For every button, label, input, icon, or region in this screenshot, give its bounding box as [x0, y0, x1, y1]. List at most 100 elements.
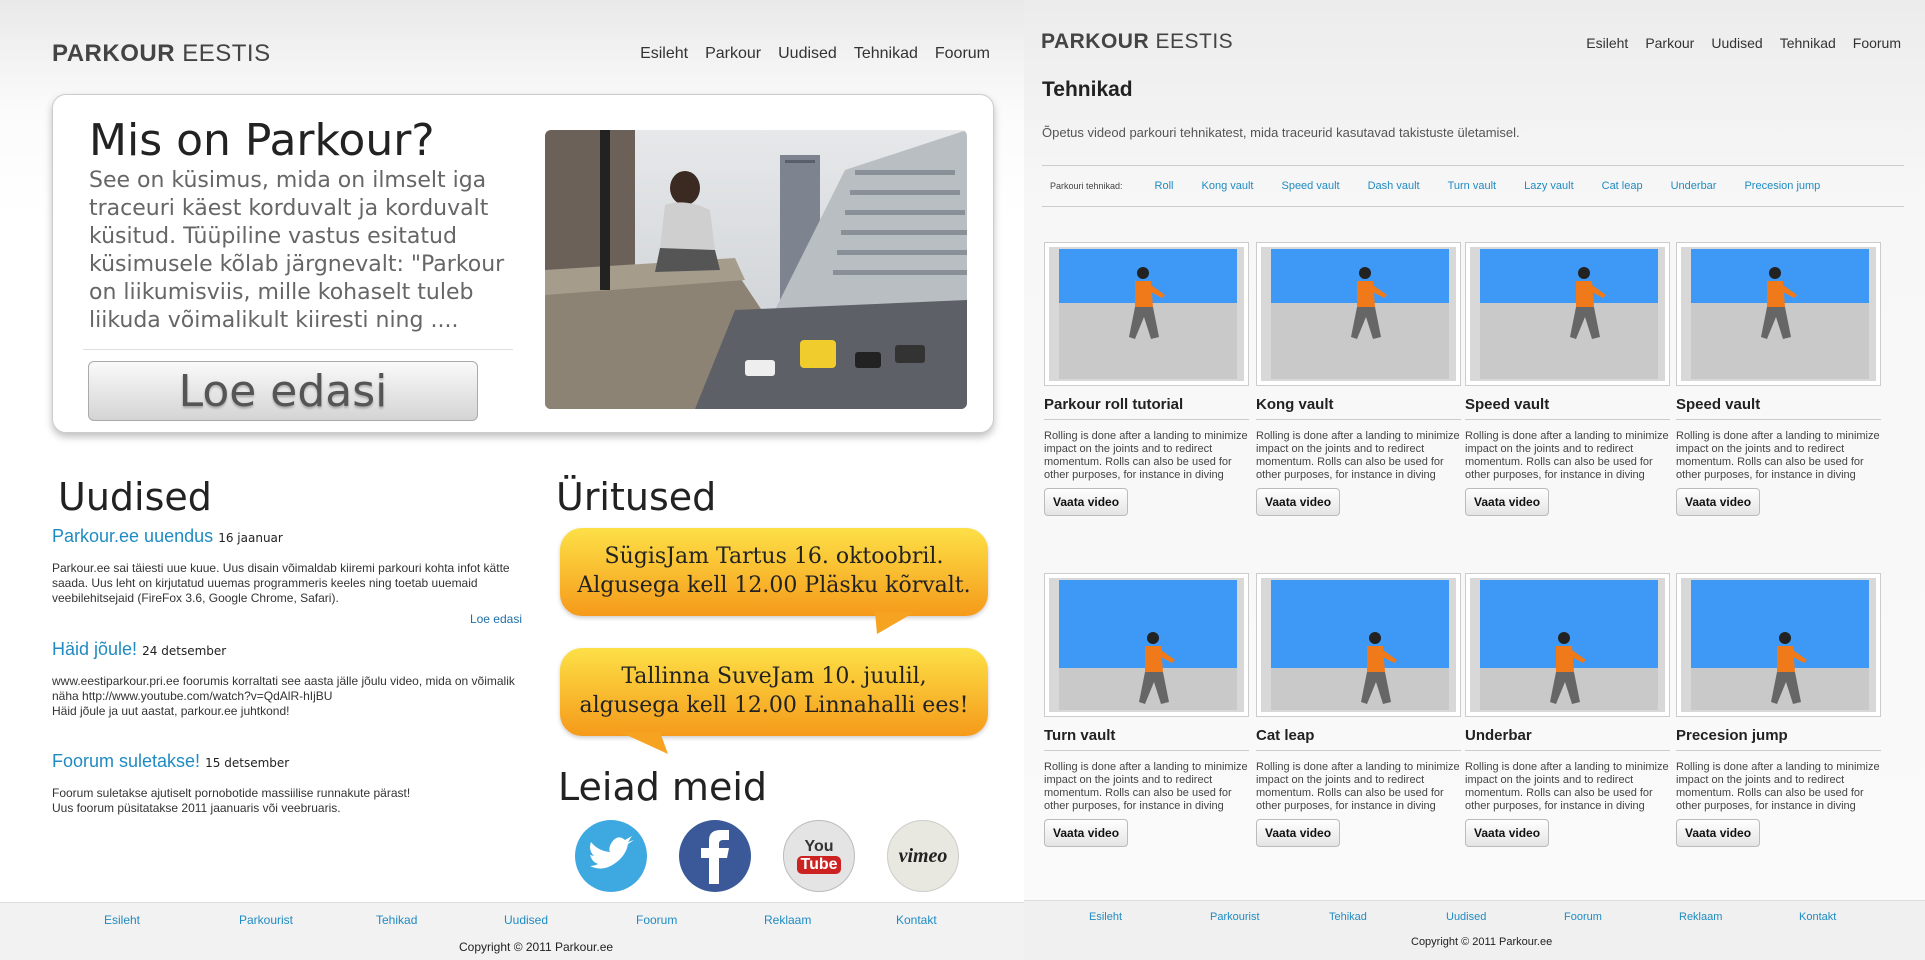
footer-link-foorum[interactable]: Foorum	[1564, 911, 1679, 923]
technique-card: Turn vault Rolling is done after a landin…	[1044, 573, 1249, 847]
footer-link-kontakt[interactable]: Kontakt	[1799, 911, 1859, 923]
site-logo[interactable]: PARKOUR EESTIS	[52, 40, 271, 68]
nav-item-parkour[interactable]: Parkour	[705, 45, 761, 63]
news-item-title[interactable]: Foorum suletakse!	[52, 751, 200, 771]
watch-video-button[interactable]: Vaata video	[1465, 488, 1550, 516]
nav-item-esileht[interactable]: Esileht	[1586, 35, 1628, 51]
nav-item-tehnikad[interactable]: Tehnikad	[854, 45, 918, 63]
watch-video-button[interactable]: Vaata video	[1465, 819, 1550, 847]
youtube-icon[interactable]: You Tube	[783, 820, 855, 892]
tab-cat-leap[interactable]: Cat leap	[1602, 180, 1643, 192]
social-icons: You Tube vimeo	[575, 820, 959, 892]
watch-video-button[interactable]: Vaata video	[1676, 819, 1761, 847]
video-thumbnail[interactable]	[1044, 242, 1249, 386]
tab-precesion-jump[interactable]: Precesion jump	[1744, 180, 1820, 192]
video-thumbnail[interactable]	[1256, 573, 1461, 717]
footer-link-esileht[interactable]: Esileht	[104, 913, 239, 927]
hero-title: Mis on Parkour?	[89, 115, 435, 166]
tab-speed-vault[interactable]: Speed vault	[1281, 180, 1339, 192]
card-title: Underbar	[1465, 727, 1670, 751]
news-item-title[interactable]: Parkour.ee uuendus	[52, 526, 213, 546]
nav-item-uudised[interactable]: Uudised	[778, 45, 837, 63]
copyright: Copyright © 2011 Parkour.ee	[1411, 936, 1553, 948]
nav-item-foorum[interactable]: Foorum	[1853, 35, 1901, 51]
techniques-panel: PARKOUR EESTIS Esileht Parkour Uudised T…	[1024, 0, 1925, 960]
logo-light-text: EESTIS	[1155, 30, 1234, 53]
nav-item-uudised[interactable]: Uudised	[1711, 35, 1762, 51]
footer-link-foorum[interactable]: Foorum	[636, 913, 764, 927]
nav-item-foorum[interactable]: Foorum	[935, 45, 990, 63]
tab-dash-vault[interactable]: Dash vault	[1368, 180, 1420, 192]
video-thumbnail[interactable]	[1465, 573, 1670, 717]
nav-item-tehnikad[interactable]: Tehnikad	[1780, 35, 1836, 51]
logo-light-text: EESTIS	[182, 40, 271, 67]
video-thumbnail[interactable]	[1676, 573, 1881, 717]
technique-card: Cat leap Rolling is done after a landing …	[1256, 573, 1461, 847]
news-item-title[interactable]: Häid jõule!	[52, 639, 137, 659]
vimeo-text: vimeo	[898, 844, 948, 867]
technique-card: Precesion jump Rolling is done after a la…	[1676, 573, 1881, 847]
footer-link-esileht[interactable]: Esileht	[1089, 911, 1210, 923]
hero-text: See on küsimus, mida on ilmselt iga trac…	[89, 168, 505, 333]
news-item: Foorum suletakse! 15 detsember Foorum su…	[52, 751, 527, 816]
footer-link-parkourist[interactable]: Parkourist	[239, 913, 376, 927]
technique-card: Parkour roll tutorial Rolling is done aft…	[1044, 242, 1249, 516]
news-item: Parkour.ee uuendus 16 jaanuar Parkour.ee…	[52, 526, 527, 627]
card-description: Rolling is done after a landing to minim…	[1044, 430, 1248, 481]
technique-card: Underbar Rolling is done after a landing …	[1465, 573, 1670, 847]
footer-link-reklaam[interactable]: Reklaam	[764, 913, 896, 927]
video-thumbnail[interactable]	[1676, 242, 1881, 386]
main-nav: Esileht Parkour Uudised Tehnikad Foorum	[640, 45, 990, 63]
card-title: Kong vault	[1256, 396, 1461, 420]
video-thumbnail[interactable]	[1256, 242, 1461, 386]
footer-link-parkourist[interactable]: Parkourist	[1210, 911, 1329, 923]
technique-card: Speed vault Rolling is done after a landi…	[1465, 242, 1670, 516]
read-more-button[interactable]: Loe edasi	[88, 361, 478, 421]
page-subtitle: Õpetus videod parkouri tehnikatest, mida…	[1042, 125, 1520, 140]
footer-link-kontakt[interactable]: Kontakt	[896, 913, 956, 927]
nav-item-parkour[interactable]: Parkour	[1645, 35, 1694, 51]
bubble-tail	[875, 612, 915, 634]
news-item-date: 16 jaanuar	[218, 531, 283, 545]
tab-roll[interactable]: Roll	[1155, 180, 1174, 192]
bubble-tail	[620, 732, 668, 754]
nav-item-esileht[interactable]: Esileht	[640, 45, 688, 63]
footer-link-uudised[interactable]: Uudised	[1446, 911, 1564, 923]
facebook-icon[interactable]	[679, 820, 751, 892]
card-title: Speed vault	[1465, 396, 1670, 420]
card-description: Rolling is done after a landing to minim…	[1044, 761, 1248, 812]
watch-video-button[interactable]: Vaata video	[1676, 488, 1761, 516]
find-us-heading: Leiad meid	[558, 765, 767, 809]
tab-turn-vault[interactable]: Turn vault	[1448, 180, 1497, 192]
watch-video-button[interactable]: Vaata video	[1256, 819, 1341, 847]
tab-underbar[interactable]: Underbar	[1671, 180, 1717, 192]
footer-link-tehikad[interactable]: Tehikad	[1329, 911, 1446, 923]
tab-kong-vault[interactable]: Kong vault	[1202, 180, 1254, 192]
video-thumbnail[interactable]	[1465, 242, 1670, 386]
news-item-date: 15 detsember	[205, 756, 290, 770]
card-title: Precesion jump	[1676, 727, 1881, 751]
footer-links: Esileht Parkourist Tehikad Uudised Fooru…	[104, 913, 956, 927]
twitter-icon[interactable]	[575, 820, 647, 892]
logo-bold-text: PARKOUR	[1041, 30, 1150, 53]
site-logo[interactable]: PARKOUR EESTIS	[1041, 30, 1233, 54]
watch-video-button[interactable]: Vaata video	[1044, 819, 1129, 847]
watch-video-button[interactable]: Vaata video	[1256, 488, 1341, 516]
footer-links: Esileht Parkourist Tehikad Uudised Fooru…	[1089, 911, 1859, 923]
card-title: Speed vault	[1676, 396, 1881, 420]
main-nav: Esileht Parkour Uudised Tehnikad Foorum	[1586, 35, 1901, 51]
footer-link-tehikad[interactable]: Tehikad	[376, 913, 504, 927]
youtube-tube-text: Tube	[797, 856, 841, 874]
card-description: Rolling is done after a landing to minim…	[1256, 761, 1460, 812]
footer-link-uudised[interactable]: Uudised	[504, 913, 636, 927]
watch-video-button[interactable]: Vaata video	[1044, 488, 1129, 516]
footer-link-reklaam[interactable]: Reklaam	[1679, 911, 1799, 923]
vimeo-icon[interactable]: vimeo	[887, 820, 959, 892]
event-bubble[interactable]: SügisJam Tartus 16. oktoobril. Algusega …	[560, 528, 988, 616]
tab-lazy-vault[interactable]: Lazy vault	[1524, 180, 1574, 192]
runner-illustration	[1049, 247, 1244, 381]
card-description: Rolling is done after a landing to minim…	[1676, 761, 1880, 812]
event-bubble[interactable]: Tallinna SuveJam 10. juulil, algusega ke…	[560, 648, 988, 736]
news-read-more-link[interactable]: Loe edasi	[470, 612, 522, 626]
video-thumbnail[interactable]	[1044, 573, 1249, 717]
